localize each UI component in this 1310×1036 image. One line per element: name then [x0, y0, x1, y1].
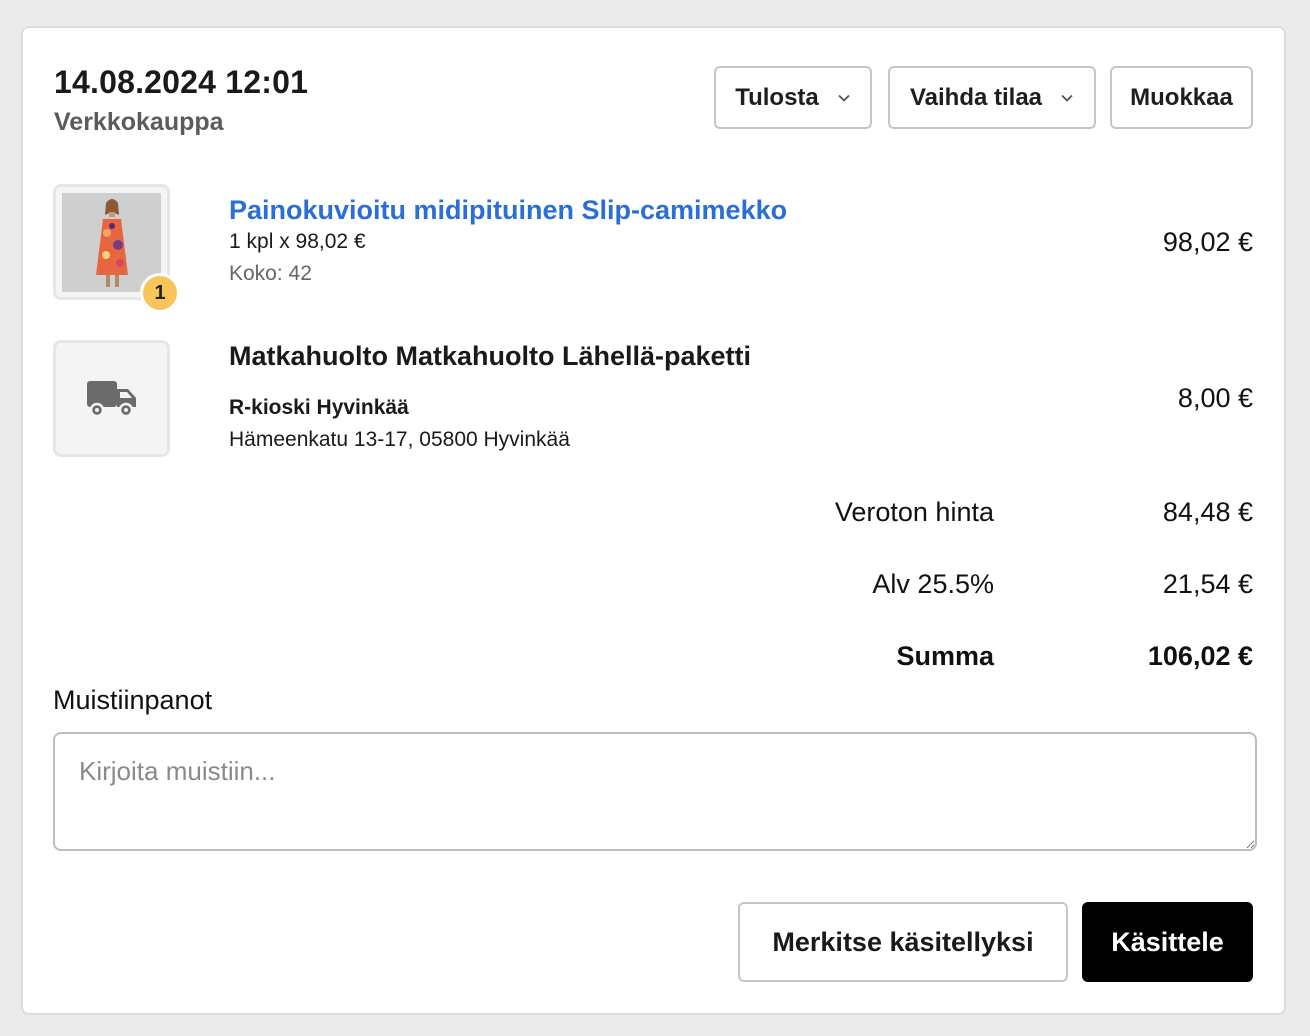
notes-textarea[interactable] — [53, 732, 1257, 851]
edit-button[interactable]: Muokkaa — [1110, 66, 1253, 129]
chevron-down-icon — [838, 94, 850, 102]
net-price-value: 84,48 € — [1162, 497, 1253, 527]
notes-label: Muistiinpanot — [53, 685, 213, 715]
chevron-down-icon — [1061, 94, 1073, 102]
vat-value: 21,54 € — [1162, 569, 1253, 599]
shipping-pickup-point: R-kioski Hyvinkää — [229, 396, 409, 419]
sum-label: Summa — [896, 641, 994, 671]
shipping-icon-box — [53, 340, 170, 457]
product-line-total: 98,02 € — [1162, 227, 1253, 257]
product-quantity-price: 1 kpl x 98,02 € — [229, 230, 366, 253]
shipping-address: Hämeenkatu 13-17, 05800 Hyvinkää — [229, 428, 570, 451]
product-name-link[interactable]: Painokuvioitu midipituinen Slip-camimekk… — [229, 195, 787, 226]
mark-processed-button[interactable]: Merkitse käsitellyksi — [738, 902, 1068, 982]
shipping-method: Matkahuolto Matkahuolto Lähellä-paketti — [229, 341, 752, 371]
product-size: Koko: 42 — [229, 262, 312, 285]
order-channel: Verkkokauppa — [54, 108, 224, 136]
order-date: 14.08.2024 12:01 — [54, 64, 309, 100]
change-status-dropdown-button[interactable]: Vaihda tilaa — [888, 66, 1096, 129]
process-button[interactable]: Käsittele — [1082, 902, 1253, 982]
truck-icon — [86, 380, 136, 417]
print-dropdown-button[interactable]: Tulosta — [714, 66, 872, 129]
quantity-badge: 1 — [140, 273, 180, 313]
net-price-label: Veroton hinta — [834, 497, 994, 527]
change-status-button-label: Vaihda tilaa — [909, 83, 1043, 111]
vat-label: Alv 25.5% — [872, 569, 994, 599]
order-card: 14.08.2024 12:01 Verkkokauppa Tulosta Va… — [21, 26, 1286, 1015]
print-button-label: Tulosta — [735, 83, 819, 111]
sum-value: 106,02 € — [1147, 641, 1253, 671]
shipping-price: 8,00 € — [1177, 383, 1253, 413]
